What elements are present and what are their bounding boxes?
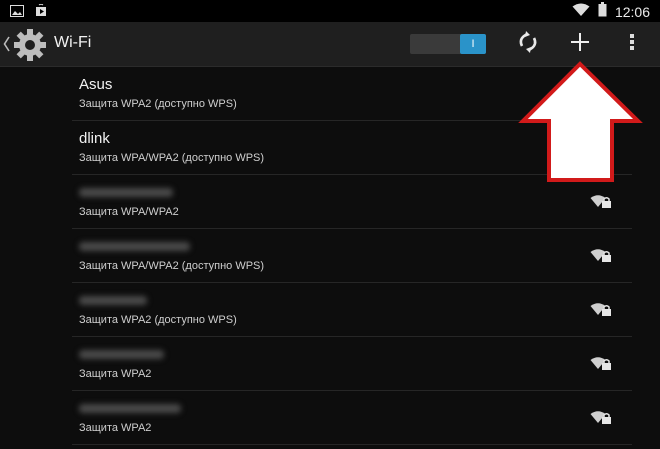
wifi-settings-screen: 12:06 Wi-Fi I Asus Защита WPA2 (доступно… xyxy=(0,0,660,449)
add-network-icon xyxy=(570,32,590,57)
overflow-menu-icon xyxy=(629,33,635,56)
page-title: Wi-Fi xyxy=(54,34,92,51)
network-list-item[interactable]: Защита WPA/WPA2 (доступно WPS) xyxy=(72,229,632,283)
network-security: Защита WPA2 (доступно WPS) xyxy=(79,98,237,110)
settings-gear-icon[interactable] xyxy=(12,27,48,68)
network-ssid xyxy=(79,292,147,309)
status-bar: 12:06 xyxy=(0,0,660,22)
network-list-item[interactable]: Защита WPA2 xyxy=(72,337,632,391)
wifi-toggle-thumb: I xyxy=(460,34,486,54)
network-security: Защита WPA/WPA2 (доступно WPS) xyxy=(79,260,265,272)
overflow-menu-button[interactable] xyxy=(614,22,650,66)
wifi-lock-signal-icon xyxy=(590,301,612,322)
battery-icon xyxy=(598,2,607,22)
network-ssid xyxy=(79,346,164,363)
wifi-lock-signal-icon xyxy=(590,193,612,214)
network-list-item[interactable]: Защита WPA2 xyxy=(72,391,632,445)
redacted-ssid-blob xyxy=(79,242,190,251)
wifi-lock-signal-icon xyxy=(590,355,612,376)
network-security: Защита WPA2 xyxy=(79,422,152,434)
play-store-icon xyxy=(34,3,48,22)
network-list: Asus Защита WPA2 (доступно WPS) dlink Защит… xyxy=(0,67,660,445)
network-ssid: dlink xyxy=(79,130,110,147)
network-list-item[interactable]: Защита WPA/WPA2 xyxy=(72,175,632,229)
network-ssid xyxy=(79,184,173,201)
network-security: Защита WPA2 (доступно WPS) xyxy=(79,314,237,326)
scan-button[interactable] xyxy=(508,22,548,66)
network-list-item[interactable]: Asus Защита WPA2 (доступно WPS) xyxy=(72,67,632,121)
network-ssid xyxy=(79,400,181,417)
wifi-toggle-switch[interactable]: I xyxy=(410,34,486,54)
network-security: Защита WPA/WPA2 (доступно WPS) xyxy=(79,152,265,164)
wifi-status-icon xyxy=(572,3,590,22)
redacted-ssid-blob xyxy=(79,188,173,197)
redacted-ssid-blob xyxy=(79,296,147,305)
back-chevron-icon[interactable] xyxy=(3,36,11,57)
add-network-button[interactable] xyxy=(560,22,600,66)
redacted-ssid-blob xyxy=(79,404,181,413)
network-security: Защита WPA2 xyxy=(79,368,152,380)
wifi-lock-signal-icon xyxy=(590,409,612,430)
network-list-item[interactable]: dlink Защита WPA/WPA2 (доступно WPS) xyxy=(72,121,632,175)
network-ssid xyxy=(79,238,190,255)
action-bar: Wi-Fi I xyxy=(0,22,660,67)
network-ssid: Asus xyxy=(79,76,113,93)
network-security: Защита WPA/WPA2 xyxy=(79,206,179,218)
wifi-lock-signal-icon xyxy=(590,247,612,268)
gallery-icon xyxy=(10,4,24,22)
scan-icon xyxy=(517,30,539,58)
redacted-ssid-blob xyxy=(79,350,164,359)
network-list-item[interactable]: Защита WPA2 (доступно WPS) xyxy=(72,283,632,337)
status-clock: 12:06 xyxy=(614,4,650,20)
